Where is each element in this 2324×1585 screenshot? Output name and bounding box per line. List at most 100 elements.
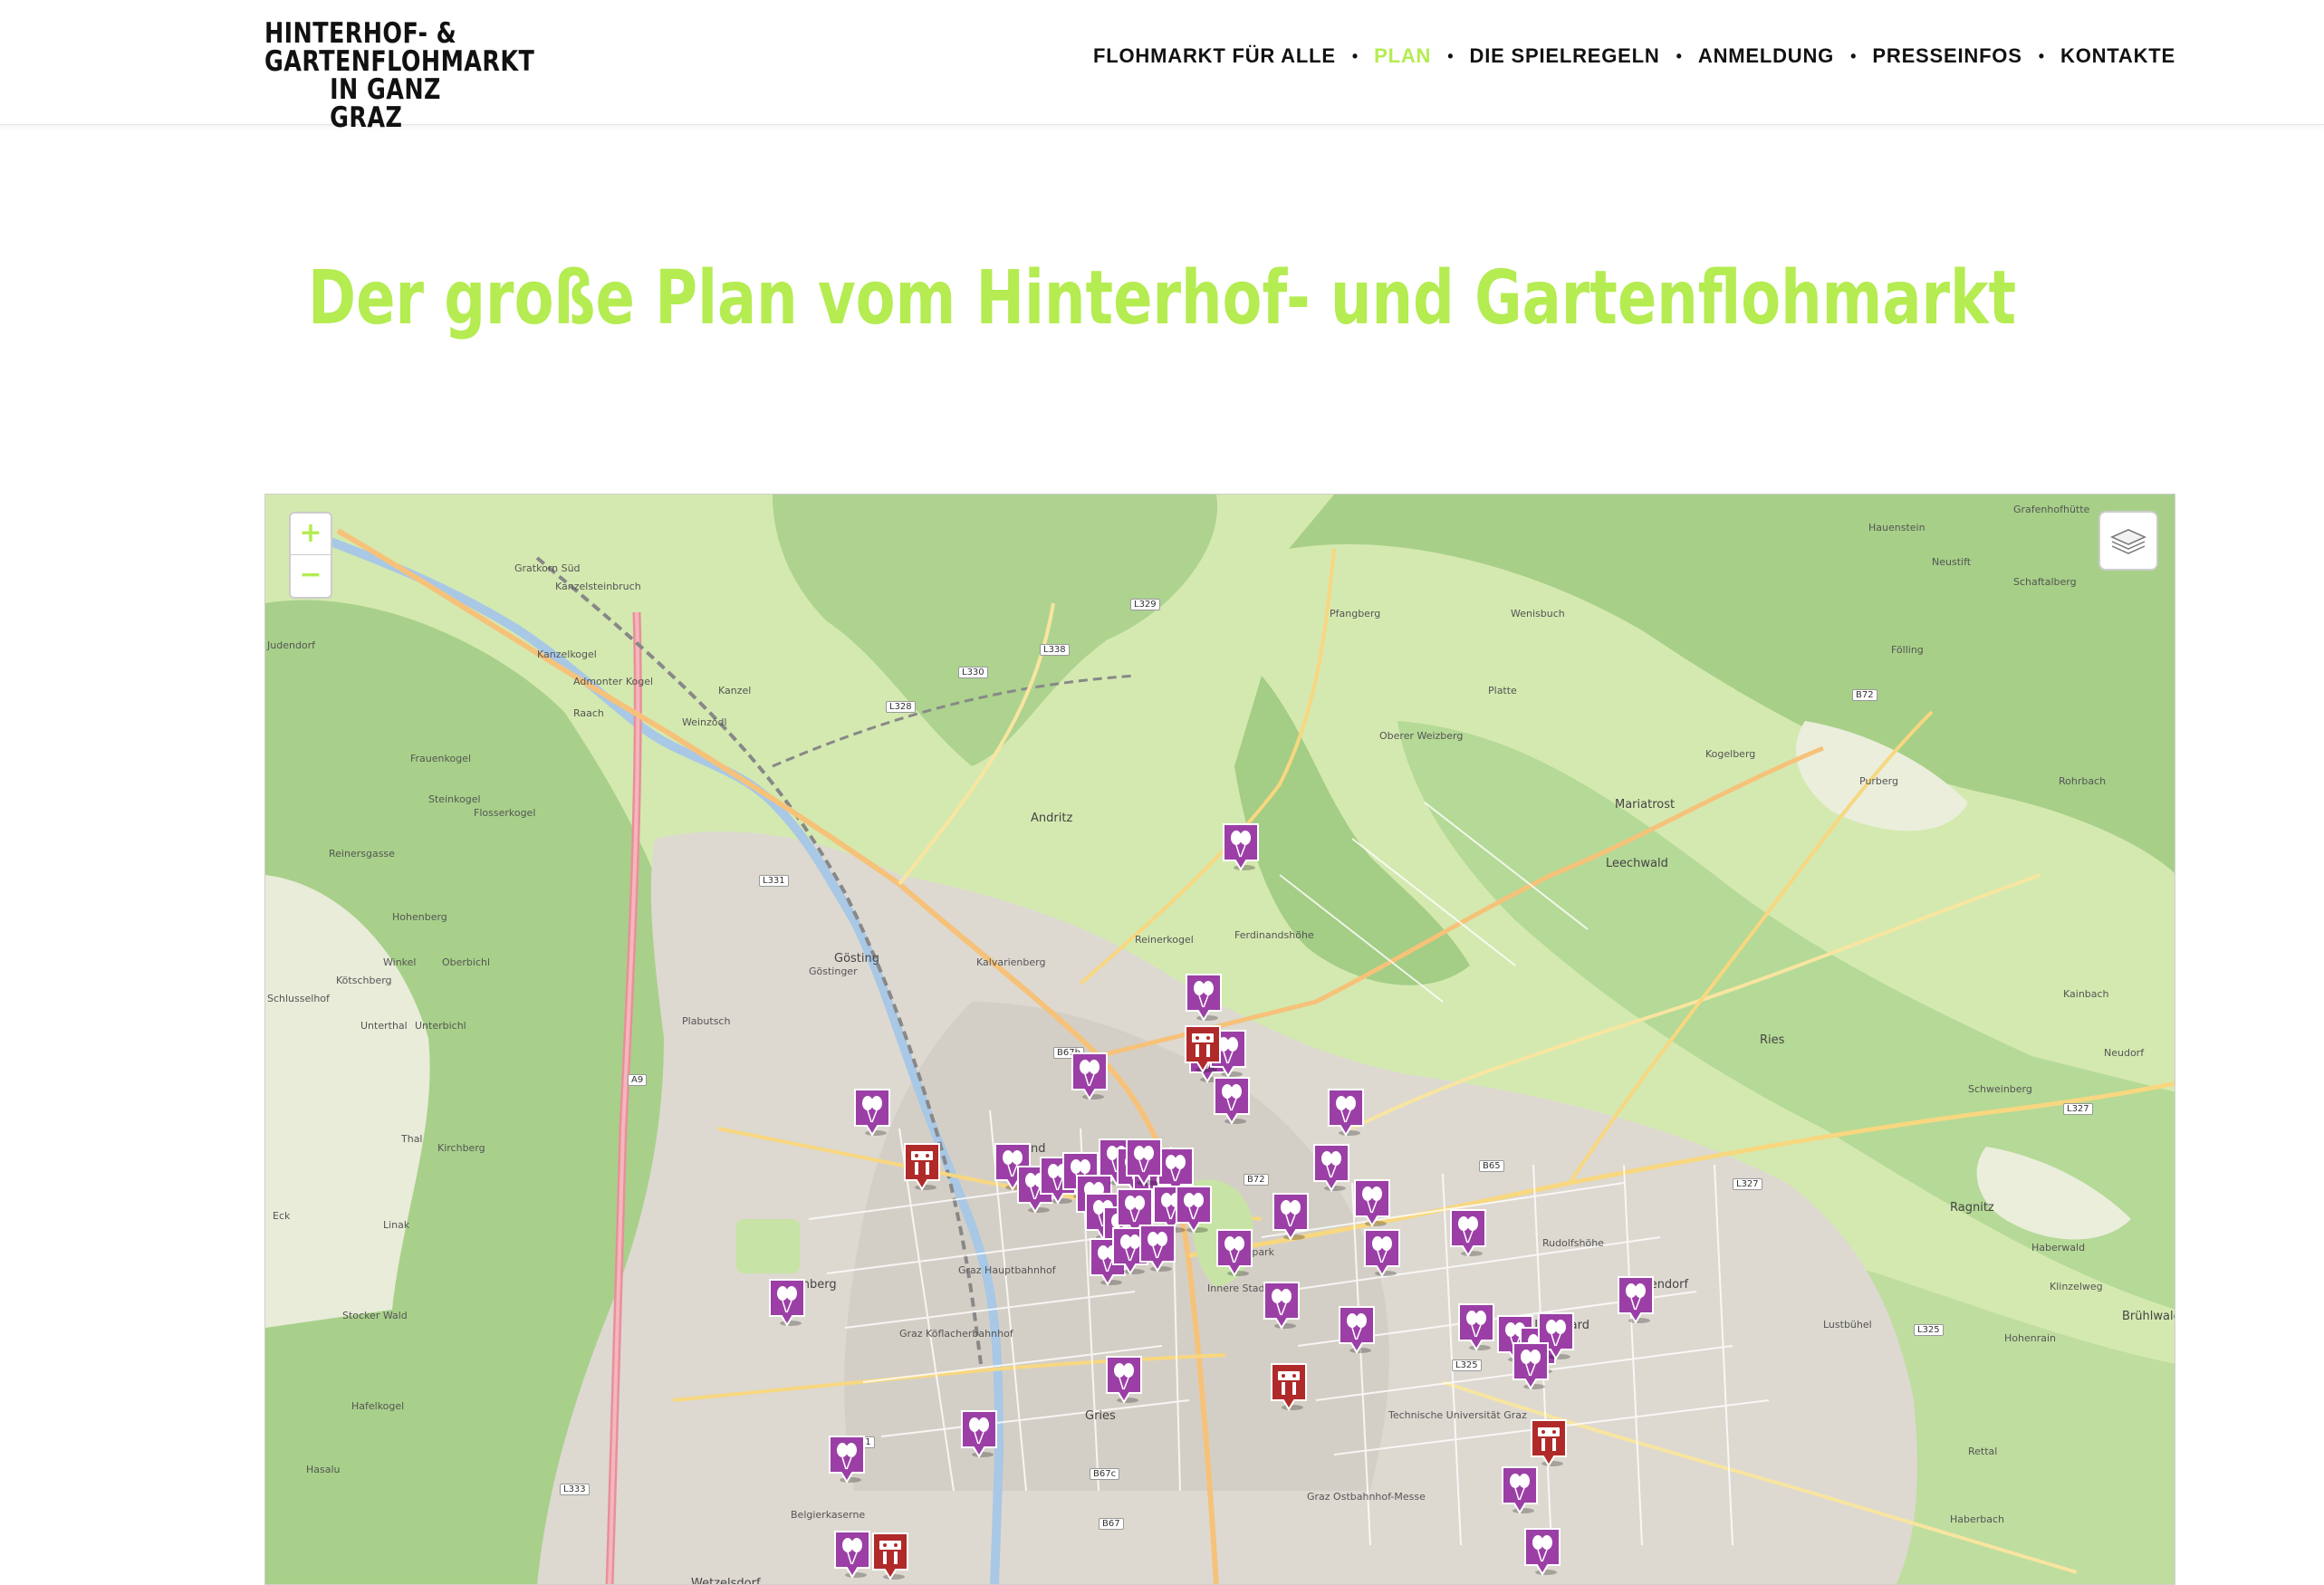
map-label-foelling: Fölling [1891, 644, 1924, 656]
info-stand-marker[interactable] [1183, 1024, 1223, 1073]
map-label-schweinberg: Schweinberg [1968, 1083, 2032, 1095]
flohmarkt-marker[interactable] [1174, 1185, 1214, 1234]
layers-icon [2110, 529, 2146, 554]
nav-flohmarkt-fuer-alle[interactable]: FLOHMARKT FÜR ALLE [1093, 44, 1336, 68]
nav-spielregeln[interactable]: DIE SPIELREGELN [1470, 44, 1660, 68]
map-label-kanzel: Kanzel [718, 685, 752, 696]
map-label-platte: Platte [1488, 685, 1517, 696]
map-label-wenisbuch: Wenisbuch [1511, 608, 1565, 620]
road-l331: L331 [759, 875, 789, 887]
map-label-pfangberg: Pfangberg [1330, 608, 1381, 620]
flohmarkt-marker[interactable] [959, 1409, 999, 1458]
map-label-tu-graz: Technische Universität Graz [1388, 1409, 1527, 1421]
map-label-koeflacherbahnhof: Graz Köflacherbahnhof [899, 1328, 1013, 1340]
flohmarkt-marker[interactable] [767, 1278, 807, 1327]
map-label-koetschberg: Kötschberg [336, 975, 392, 986]
map-label-kalvarienberg: Kalvarienberg [976, 956, 1046, 968]
zoom-out-button[interactable]: − [291, 555, 331, 597]
flohmarkt-marker[interactable] [1500, 1465, 1540, 1514]
map-label-linak: Linak [383, 1219, 410, 1231]
info-stand-marker[interactable] [870, 1532, 910, 1580]
info-stand-marker[interactable] [1269, 1362, 1309, 1411]
flohmarkt-marker[interactable] [1448, 1208, 1488, 1257]
nav-separator: • [1351, 46, 1359, 65]
road-l327: L327 [1733, 1178, 1762, 1190]
map-label-kanzelkogel: Kanzelkogel [537, 648, 597, 660]
zoom-control: + − [289, 512, 332, 599]
map-label-haberwald: Haberwald [2031, 1242, 2086, 1254]
flohmarkt-marker[interactable] [1511, 1341, 1551, 1390]
map-label-kogelberg: Kogelberg [1705, 748, 1756, 760]
map-label-steinkogel: Steinkogel [428, 793, 481, 805]
flohmarkt-marker[interactable] [832, 1530, 872, 1579]
map-label-admonter-kogel: Admonter Kogel [573, 676, 654, 687]
map-label-lustbuehel: Lustbühel [1823, 1319, 1872, 1330]
nav-presseinfos[interactable]: PRESSEINFOS [1872, 44, 2021, 68]
map-label-plabutsch: Plabutsch [682, 1015, 731, 1027]
map-label-ostbahnhof: Graz Ostbahnhof-Messe [1307, 1491, 1426, 1503]
info-stand-marker[interactable] [1529, 1418, 1569, 1467]
map-label-weinzoedl: Weinzödl [682, 716, 727, 728]
flohmarkt-marker[interactable] [1104, 1355, 1144, 1404]
nav-separator: • [2038, 46, 2045, 65]
map-label-reinersgasse: Reinersgasse [329, 848, 395, 860]
flohmarkt-marker[interactable] [1221, 822, 1261, 871]
map-label-klinzelweg: Klinzelweg [2050, 1281, 2103, 1292]
main-nav: FLOHMARKT FÜR ALLE • PLAN • DIE SPIELREG… [1093, 44, 2175, 68]
zoom-in-button[interactable]: + [291, 514, 331, 555]
flohmarkt-marker[interactable] [1352, 1178, 1392, 1227]
road-b67: B67 [1099, 1518, 1124, 1530]
info-stand-marker[interactable] [902, 1142, 942, 1191]
nav-plan[interactable]: PLAN [1374, 44, 1431, 68]
road-b72-east: B72 [1852, 689, 1877, 701]
flohmarkt-marker[interactable] [852, 1088, 892, 1137]
flohmarkt-marker[interactable] [1212, 1076, 1252, 1125]
map-label-innere-stadt: Innere Stadt [1207, 1282, 1269, 1294]
nav-anmeldung[interactable]: ANMELDUNG [1698, 44, 1834, 68]
logo-line-1: HINTERHOF- & [264, 17, 457, 50]
road-l333: L333 [560, 1484, 590, 1495]
layers-button[interactable] [2098, 511, 2158, 571]
flohmarkt-marker[interactable] [1326, 1088, 1366, 1137]
map-label-haberbach: Haberbach [1950, 1513, 2005, 1525]
map-label-gratkorn: Gratkorn Süd [514, 562, 581, 574]
map-label-judendorf: Judendorf [267, 639, 316, 651]
map-label-hohenberg: Hohenberg [392, 911, 447, 923]
flohmarkt-marker[interactable] [1184, 973, 1224, 1022]
map-label-hohenrain: Hohenrain [2004, 1332, 2057, 1344]
map-label-flosserkogel: Flosserkogel [474, 807, 536, 819]
map-label-kainbach: Kainbach [2063, 988, 2109, 1000]
flohmarkt-marker[interactable] [1456, 1302, 1496, 1351]
flohmarkt-map[interactable]: Judendorf Gratkorn Süd Kanzelsteinbruch … [264, 494, 2175, 1585]
map-label-oberer-weizberg: Oberer Weizberg [1379, 730, 1464, 742]
nav-kontakte[interactable]: KONTAKTE [2060, 44, 2175, 68]
map-label-raach: Raach [573, 707, 604, 719]
flohmarkt-marker[interactable] [1311, 1143, 1351, 1192]
map-label-unterbichl: Unterbichl [415, 1020, 466, 1032]
page-title-text: Der große Plan vom Hinterhof- und Garten… [307, 255, 2017, 341]
flohmarkt-marker[interactable] [1070, 1052, 1109, 1100]
nav-separator: • [1676, 46, 1682, 65]
map-label-rettal: Rettal [1968, 1446, 1998, 1457]
map-label-hauenstein: Hauenstein [1868, 522, 1925, 533]
map-label-andritz: Andritz [1031, 812, 1073, 825]
flohmarkt-marker[interactable] [1616, 1275, 1656, 1324]
site-header: HINTERHOF- & GARTENFLOHMARKT IN GANZ GRA… [0, 0, 2324, 132]
flohmarkt-marker[interactable] [1337, 1305, 1377, 1354]
map-label-mariatrost: Mariatrost [1615, 798, 1676, 812]
road-b65: B65 [1479, 1160, 1504, 1172]
flohmarkt-marker[interactable] [1262, 1281, 1301, 1330]
flohmarkt-marker[interactable] [1522, 1527, 1562, 1576]
site-logo[interactable]: HINTERHOF- & GARTENFLOHMARKT IN GANZ GRA… [264, 17, 534, 132]
flohmarkt-marker[interactable] [827, 1435, 867, 1484]
flohmarkt-marker[interactable] [1271, 1192, 1311, 1241]
flohmarkt-marker[interactable] [1362, 1228, 1402, 1277]
flohmarkt-marker[interactable] [1215, 1228, 1254, 1277]
flohmarkt-marker[interactable] [1124, 1138, 1164, 1186]
map-label-gries: Gries [1085, 1409, 1116, 1423]
map-label-grafenhofhuette: Grafenhofhütte [2013, 504, 2090, 515]
road-l325: L325 [1452, 1359, 1482, 1371]
road-l330: L330 [958, 667, 988, 678]
map-label-frauenkogel: Frauenkogel [410, 753, 472, 764]
flohmarkt-marker[interactable] [1138, 1224, 1177, 1273]
